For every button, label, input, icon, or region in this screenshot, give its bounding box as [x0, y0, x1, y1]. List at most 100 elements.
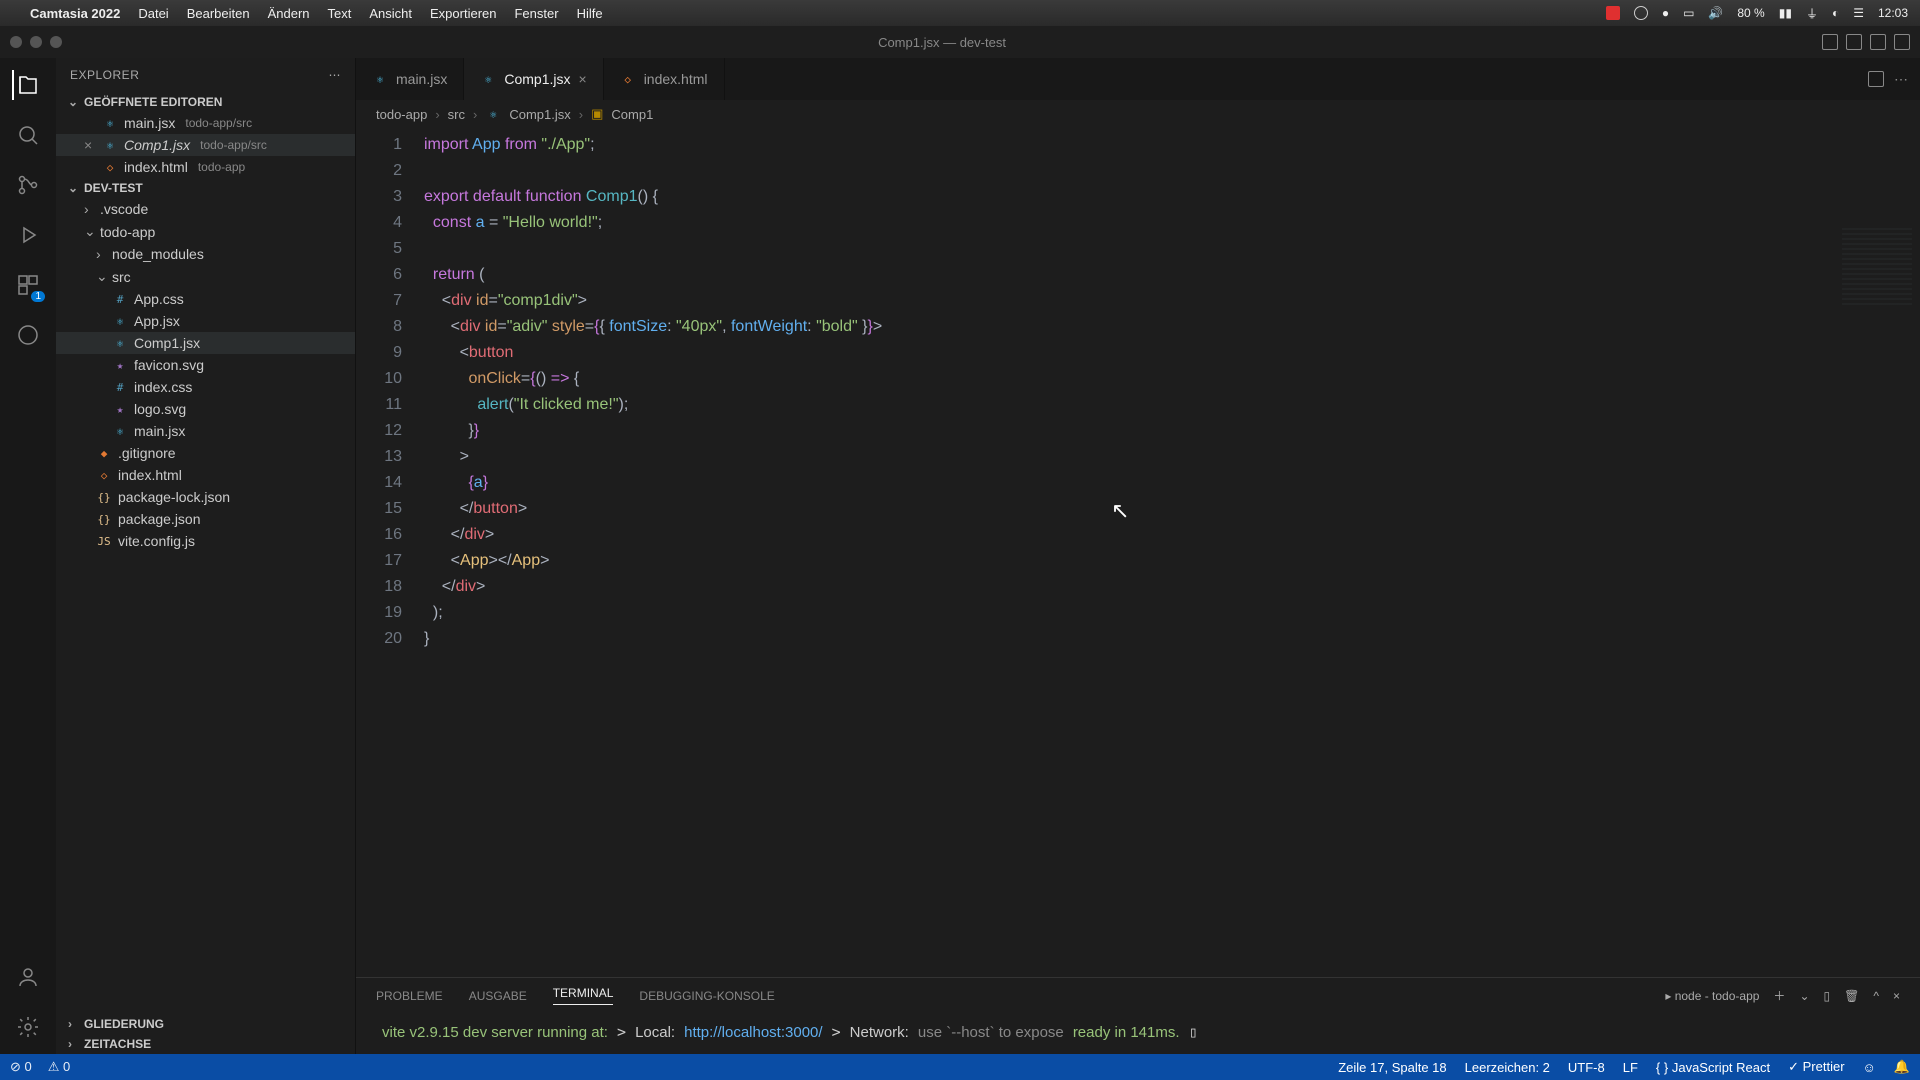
lang-label: JavaScript React [1672, 1060, 1770, 1075]
file-item[interactable]: ★logo.svg [56, 398, 355, 420]
folder-name: node_modules [112, 246, 204, 262]
file-item[interactable]: ◆.gitignore [56, 442, 355, 464]
layout-icon[interactable] [1894, 34, 1910, 50]
clock[interactable]: 12:03 [1878, 6, 1908, 20]
folder-item[interactable]: ›node_modules [56, 243, 355, 265]
explorer-icon[interactable] [12, 70, 42, 100]
split-icon[interactable] [1868, 71, 1884, 87]
file-item[interactable]: ⚛main.jsx [56, 420, 355, 442]
mac-menu-view[interactable]: Ansicht [369, 6, 412, 21]
mac-menu-export[interactable]: Exportieren [430, 6, 496, 21]
battery-percent[interactable]: 80 % [1737, 6, 1764, 20]
layout-icon[interactable] [1822, 34, 1838, 50]
open-editor-item[interactable]: ◇index.htmltodo-app [56, 156, 355, 178]
close-icon[interactable]: × [84, 137, 96, 153]
folder-item[interactable]: ›.vscode [56, 198, 355, 220]
extensions-badge: 1 [31, 291, 45, 302]
mac-menu-text[interactable]: Text [328, 6, 352, 21]
new-terminal-icon[interactable]: ＋ [1773, 987, 1785, 1004]
breadcrumbs[interactable]: todo-app› src› ⚛Comp1.jsx› ▣Comp1 [356, 100, 1920, 128]
cursor-position[interactable]: Zeile 17, Spalte 18 [1338, 1060, 1446, 1075]
battery-icon[interactable]: ▮▮ [1779, 6, 1792, 20]
traffic-lights[interactable] [10, 36, 62, 48]
settings-icon[interactable] [13, 1012, 43, 1042]
file-item[interactable]: {}package-lock.json [56, 486, 355, 508]
more-icon[interactable]: ⋯ [1894, 71, 1908, 88]
file-item[interactable]: #App.css [56, 288, 355, 310]
account-icon[interactable] [13, 962, 43, 992]
split-terminal-icon[interactable]: ▯ [1824, 989, 1831, 1003]
tray-icon[interactable] [1634, 6, 1648, 20]
mac-menu-window[interactable]: Fenster [514, 6, 558, 21]
crumb[interactable]: Comp1 [611, 107, 653, 122]
trash-icon[interactable]: 🗑 [1844, 989, 1859, 1003]
tray-icon[interactable]: ● [1662, 6, 1669, 20]
eol[interactable]: LF [1623, 1060, 1638, 1075]
chevron-down-icon[interactable]: ⌄ [1799, 989, 1809, 1003]
mac-menu-change[interactable]: Ändern [268, 6, 310, 21]
wifi-icon[interactable]: ⏚ [1806, 5, 1818, 22]
close-panel-icon[interactable]: × [1893, 989, 1900, 1003]
record-icon[interactable] [1606, 6, 1620, 20]
term-url[interactable]: http://localhost:3000/ [684, 1024, 822, 1041]
file-item[interactable]: ⚛App.jsx [56, 310, 355, 332]
debug-icon[interactable] [13, 220, 43, 250]
file-item[interactable]: #index.css [56, 376, 355, 398]
tab-comp1[interactable]: ⚛Comp1.jsx× [464, 58, 603, 100]
file-name: vite.config.js [118, 533, 195, 549]
file-item[interactable]: ★favicon.svg [56, 354, 355, 376]
folder-item[interactable]: ⌄todo-app [56, 220, 355, 243]
mac-app-name[interactable]: Camtasia 2022 [30, 6, 120, 21]
chevron-up-icon[interactable]: ^ [1873, 989, 1879, 1003]
control-center-icon[interactable]: ☰ [1853, 6, 1864, 20]
tray-icon[interactable]: ◐ [1832, 6, 1839, 20]
panel-tab-problems[interactable]: PROBLEME [376, 989, 443, 1003]
remote-icon[interactable] [13, 320, 43, 350]
feedback-icon[interactable]: ☺ [1863, 1060, 1876, 1075]
tab-index[interactable]: ◇index.html [604, 58, 725, 100]
panel-tab-debug[interactable]: DEBUGGING-KONSOLE [639, 989, 774, 1003]
layout-icon[interactable] [1870, 34, 1886, 50]
crumb[interactable]: Comp1.jsx [509, 107, 570, 122]
open-editors-label[interactable]: GEÖFFNETE EDITOREN [84, 95, 222, 109]
encoding[interactable]: UTF-8 [1568, 1060, 1605, 1075]
mac-menu-help[interactable]: Hilfe [577, 6, 603, 21]
extensions-icon[interactable]: 1 [13, 270, 43, 300]
crumb[interactable]: src [448, 107, 465, 122]
file-item[interactable]: {}package.json [56, 508, 355, 530]
file-item[interactable]: ◇index.html [56, 464, 355, 486]
outline-label[interactable]: GLIEDERUNG [84, 1017, 164, 1031]
file-item[interactable]: ⚛Comp1.jsx [56, 332, 355, 354]
timeline-label[interactable]: ZEITACHSE [84, 1037, 151, 1051]
prettier-status[interactable]: ✓ Prettier [1788, 1059, 1844, 1075]
open-editor-item[interactable]: ⚛main.jsxtodo-app/src [56, 112, 355, 134]
mac-menu-edit[interactable]: Bearbeiten [187, 6, 250, 21]
terminal-task[interactable]: ▸ node - todo-app [1665, 989, 1759, 1003]
code-editor[interactable]: 1234567891011121314151617181920 import A… [356, 128, 1920, 977]
language-mode[interactable]: { } JavaScript React [1656, 1060, 1770, 1075]
code-content[interactable]: import App from "./App"; export default … [416, 128, 882, 977]
panel-tab-output[interactable]: AUSGABE [469, 989, 527, 1003]
layout-icon[interactable] [1846, 34, 1862, 50]
open-editor-item[interactable]: ×⚛Comp1.jsxtodo-app/src [56, 134, 355, 156]
search-icon[interactable] [13, 120, 43, 150]
tab-main[interactable]: ⚛main.jsx [356, 58, 464, 100]
indentation[interactable]: Leerzeichen: 2 [1465, 1060, 1550, 1075]
display-icon[interactable]: ▭ [1683, 6, 1694, 20]
panel-tab-terminal[interactable]: TERMINAL [553, 986, 614, 1005]
more-icon[interactable]: ⋯ [329, 68, 342, 82]
crumb[interactable]: todo-app [376, 107, 427, 122]
warning-icon[interactable]: ⚠ 0 [48, 1059, 71, 1075]
bell-icon[interactable]: 🔔 [1894, 1059, 1910, 1075]
minimap[interactable] [1842, 228, 1912, 308]
volume-icon[interactable]: 🔊 [1708, 6, 1723, 20]
error-icon[interactable]: ⊘ 0 [10, 1059, 32, 1075]
close-icon[interactable]: × [579, 71, 587, 87]
file-item[interactable]: JSvite.config.js [56, 530, 355, 552]
mac-menu-file[interactable]: Datei [138, 6, 168, 21]
source-control-icon[interactable] [13, 170, 43, 200]
activity-bar: 1 [0, 58, 56, 1054]
folder-item[interactable]: ⌄src [56, 265, 355, 288]
workspace-label[interactable]: DEV-TEST [84, 181, 143, 195]
terminal-output[interactable]: vite v2.9.15 dev server running at: > Lo… [356, 1013, 1920, 1054]
